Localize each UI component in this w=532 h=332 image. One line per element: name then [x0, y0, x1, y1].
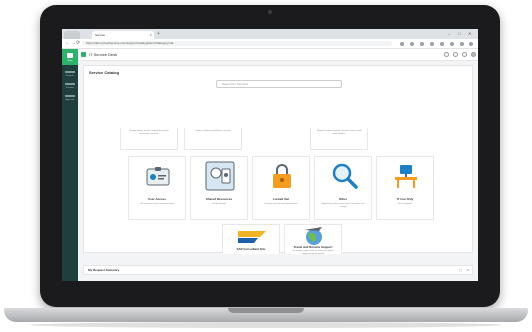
- laptop-hinge-notch: [228, 308, 304, 313]
- laptop-lid: Service ✕ + – □ ✕ ← → ⟳ https://demo.fre…: [40, 5, 500, 307]
- back-icon[interactable]: ←: [65, 40, 70, 47]
- shared-resource-icon: [205, 161, 235, 191]
- tab-title: Service: [95, 33, 106, 37]
- catalog-card-user-access[interactable]: User Access Get new user access and perm…: [128, 156, 186, 220]
- card-description: Request software installation or license…: [195, 130, 231, 132]
- help-icon[interactable]: [462, 52, 467, 57]
- window-close-icon[interactable]: ✕: [468, 31, 471, 36]
- maximize-icon[interactable]: □: [458, 31, 460, 36]
- sap-icon: [238, 231, 266, 243]
- desk-icon: [395, 165, 417, 188]
- expand-icon[interactable]: ▢: [459, 268, 462, 272]
- catalog-card-partial[interactable]: Request laptop, monitor, keyboard and ot…: [120, 128, 178, 150]
- catalog-card-travel-remote-support[interactable]: Travel and Remote Support Get remote sup…: [284, 224, 342, 255]
- catalog-search-input[interactable]: Search for Services: [216, 80, 342, 88]
- new-tab-icon[interactable]: +: [157, 31, 160, 38]
- webcam: [268, 10, 272, 14]
- catalog-card-shared-resources[interactable]: Shared Resources Get file storage: [190, 156, 248, 220]
- card-title: SAP Consultant Kits: [236, 247, 266, 251]
- browser-address-bar: ← → ⟳ https://demo.freshservice.com/supp…: [62, 39, 478, 49]
- card-description: For IT purposes: [397, 203, 413, 205]
- padlock-icon: [273, 164, 291, 188]
- sidebar-item-label: Home: [67, 60, 73, 62]
- card-description: Get remote support while on travel and r…: [292, 250, 334, 255]
- avatar[interactable]: [471, 52, 476, 57]
- profile-icon[interactable]: [460, 42, 464, 46]
- extension-icon[interactable]: [450, 42, 454, 46]
- sidebar-item-home[interactable]: Home: [62, 49, 78, 65]
- bookmark-icon[interactable]: [400, 42, 404, 46]
- extension-icon[interactable]: [420, 42, 424, 46]
- magnifier-icon: [332, 163, 358, 189]
- service-catalog-panel: Service Catalog Search for Services Requ…: [83, 65, 473, 255]
- sidebar-item-label: Requests: [65, 75, 75, 77]
- laptop-shadow: [30, 322, 502, 328]
- card-title: Other: [338, 197, 347, 201]
- catalog-card-sap-consultant-kits[interactable]: SAP Consultant Kits: [222, 224, 280, 254]
- minimize-icon[interactable]: –: [448, 31, 450, 36]
- catalog-card-partial[interactable]: Request software installation or license…: [184, 128, 242, 150]
- search-icon[interactable]: [444, 52, 449, 57]
- extension-icon[interactable]: [410, 42, 414, 46]
- app-sidebar: Home Requests Solutions Approvals: [62, 49, 78, 281]
- app-title: IT Service Desk: [89, 52, 118, 57]
- sidebar-item-label: Approvals: [65, 99, 75, 101]
- card-description: Get new user access and permissions: [140, 203, 174, 205]
- search-placeholder: Search for Services: [222, 82, 249, 86]
- main-content: Service Catalog Search for Services Requ…: [78, 61, 478, 281]
- browser-tab-active[interactable]: Service ✕: [92, 31, 154, 39]
- browser-menu-icon[interactable]: [469, 42, 473, 46]
- card-title: Shared Resources: [205, 197, 233, 201]
- reload-icon[interactable]: ⟳: [76, 40, 80, 47]
- id-card-icon: [146, 167, 170, 186]
- card-title: User Access: [148, 197, 166, 201]
- catalog-card-it-use-only[interactable]: IT Use Only For IT purposes: [376, 156, 434, 220]
- extension-icon[interactable]: [440, 42, 444, 46]
- card-title: IT Use Only: [396, 197, 414, 201]
- approvals-icon[interactable]: [65, 95, 75, 97]
- app-logo: [81, 52, 86, 57]
- home-icon: [67, 53, 73, 58]
- sidebar-item-label: Solutions: [65, 87, 75, 89]
- catalog-card-other[interactable]: Other Request any other service that is …: [314, 156, 372, 220]
- card-description: Request access to specific network resou…: [316, 130, 362, 135]
- solutions-icon[interactable]: [65, 83, 75, 85]
- url-input[interactable]: https://demo.freshservice.com/support/ca…: [82, 41, 392, 46]
- request-summary-bar[interactable]: My Request Summary ▢ ✕: [83, 265, 473, 275]
- catalog-card-locked-out[interactable]: Locked Out Get your account reset and un…: [252, 156, 310, 220]
- card-title: Travel and Remote Support: [293, 245, 333, 249]
- extension-icon[interactable]: [430, 42, 434, 46]
- catalog-card-partial[interactable]: Request access to specific network resou…: [310, 128, 368, 150]
- travel-globe-icon: [304, 227, 322, 245]
- card-description: Request any other service that is not li…: [321, 203, 365, 208]
- laptop-screen: Service ✕ + – □ ✕ ← → ⟳ https://demo.fre…: [62, 29, 478, 281]
- browser-tab-pinned[interactable]: [64, 31, 80, 39]
- card-description: Request laptop, monitor, keyboard and ot…: [129, 130, 169, 135]
- card-description: Get file storage: [212, 203, 226, 205]
- section-title: My Request Summary: [88, 268, 120, 272]
- card-description: Get your account reset and unlocked: [264, 203, 298, 205]
- requests-icon[interactable]: [65, 71, 75, 73]
- browser-tab-bar: Service ✕ + – □ ✕: [62, 29, 478, 39]
- notification-icon[interactable]: [453, 52, 458, 57]
- tab-close-icon[interactable]: ✕: [149, 31, 152, 39]
- page-title: Service Catalog: [89, 70, 120, 75]
- close-icon[interactable]: ✕: [466, 268, 469, 272]
- card-title: Locked Out: [272, 197, 290, 201]
- app-header: IT Service Desk: [78, 49, 478, 61]
